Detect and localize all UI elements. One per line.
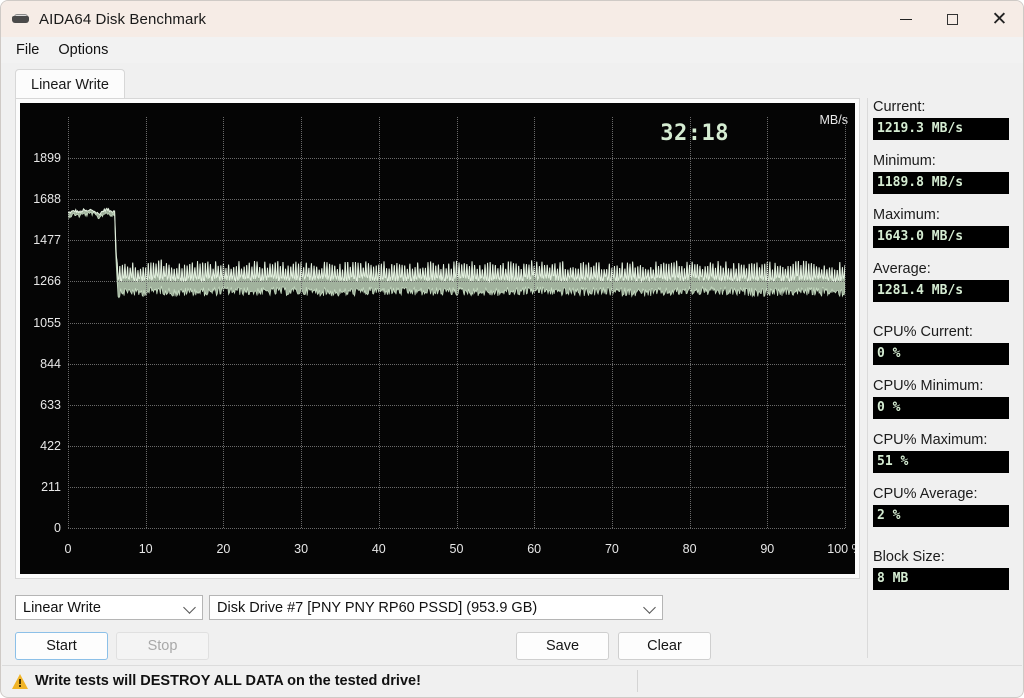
save-button[interactable]: Save	[516, 632, 609, 660]
stat-label: Current:	[873, 99, 926, 115]
stat-block: Block Size: 8 MB	[873, 549, 1013, 590]
stat-block: CPU% Minimum: 0 %	[873, 378, 1013, 419]
x-axis-labels: 0 10 20 30 40 50 60 70 80 90 100 %	[64, 542, 855, 560]
stat-label: Minimum:	[873, 153, 936, 169]
stat-label: Block Size:	[873, 549, 945, 565]
y-axis-tick-label: 1266	[33, 274, 61, 289]
warning-triangle-icon	[12, 673, 29, 689]
stat-label: CPU% Current:	[873, 324, 973, 340]
stat-value: 1643.0 MB/s	[873, 226, 1009, 248]
stop-button: Stop	[116, 632, 209, 660]
clear-label: Clear	[647, 638, 682, 654]
x-axis-tick-label: 30	[294, 542, 309, 556]
stat-block: CPU% Current: 0 %	[873, 324, 1013, 365]
x-axis-tick-label: 90	[760, 542, 775, 556]
stat-label: Maximum:	[873, 207, 940, 223]
y-axis-tick-label: 1477	[33, 233, 61, 248]
test-type-select[interactable]: Linear Write	[15, 595, 203, 620]
elapsed-timer: 32:18	[660, 121, 729, 146]
y-axis-tick-label: 0	[54, 521, 61, 535]
y-axis-tick-label: 1055	[33, 315, 61, 330]
stat-block: CPU% Maximum: 51 %	[873, 432, 1013, 473]
status-bar: Write tests will DESTROY ALL DATA on the…	[2, 665, 1022, 696]
y-axis-tick-label: 633	[40, 397, 61, 412]
clear-button[interactable]: Clear	[618, 632, 711, 660]
panel-divider	[867, 98, 868, 658]
x-axis-tick-label: 70	[604, 542, 619, 556]
y-axis-tick-label: 1688	[33, 192, 61, 207]
drive-select[interactable]: Disk Drive #7 [PNY PNY RP60 PSSD] (953.9…	[209, 595, 663, 620]
maximize-button[interactable]	[929, 1, 976, 37]
x-axis-tick-label: 40	[371, 542, 386, 556]
stat-label: CPU% Average:	[873, 486, 978, 502]
benchmark-chart-panel: MB/s 1899 1688 1477 1266 1055 844 633 422 211 0 0…	[15, 98, 860, 579]
chevron-down-icon	[183, 600, 196, 614]
disk-drive-icon	[11, 11, 31, 27]
chevron-down-icon	[643, 600, 656, 614]
start-button[interactable]: Start	[15, 632, 108, 660]
y-axis-tick-label: 844	[40, 356, 61, 371]
status-bar-separator	[637, 670, 638, 692]
stat-label: CPU% Maximum:	[873, 432, 988, 448]
stat-block: Average: 1281.4 MB/s	[873, 261, 1013, 302]
tab-label: Linear Write	[31, 77, 109, 93]
plot-area	[68, 117, 846, 529]
close-icon: ✕	[991, 7, 1008, 30]
aida64-disk-benchmark-window: AIDA64 Disk Benchmark ✕ File Options Lin…	[0, 0, 1024, 698]
tab-strip: Linear Write	[1, 63, 1023, 100]
y-axis-tick-label: 1899	[33, 151, 61, 166]
test-type-value: Linear Write	[23, 599, 101, 616]
throughput-trace	[68, 117, 845, 528]
warning-message: Write tests will DESTROY ALL DATA on the…	[35, 673, 421, 689]
x-axis-tick-label: 60	[527, 542, 542, 556]
y-axis-tick-label: 422	[40, 438, 61, 453]
menu-item-file[interactable]: File	[7, 39, 49, 62]
x-axis-tick-label: 10	[138, 542, 153, 556]
title-bar: AIDA64 Disk Benchmark ✕	[1, 1, 1023, 37]
stat-value: 0 %	[873, 343, 1009, 365]
statistics-panel: Current: 1219.3 MB/s Minimum: 1189.8 MB/s Ma…	[873, 99, 1013, 603]
x-axis-tick-label: 0	[64, 542, 72, 556]
window-controls: ✕	[882, 1, 1023, 37]
drive-value: Disk Drive #7 [PNY PNY RP60 PSSD] (953.9…	[217, 599, 538, 616]
start-label: Start	[46, 638, 77, 654]
stat-value: 1189.8 MB/s	[873, 172, 1009, 194]
save-label: Save	[545, 638, 580, 654]
stat-block: Current: 1219.3 MB/s	[873, 99, 1013, 140]
grid-line-horizontal	[68, 528, 845, 529]
menu-bar: File Options	[1, 37, 1023, 63]
stat-value: 8 MB	[873, 568, 1009, 590]
x-axis-tick-label: 100 %	[827, 542, 855, 556]
stat-value: 1281.4 MB/s	[873, 280, 1009, 302]
menu-item-options[interactable]: Options	[49, 39, 118, 62]
x-axis-tick-label: 80	[682, 542, 697, 556]
stat-value: 1219.3 MB/s	[873, 118, 1009, 140]
x-axis-tick-label: 50	[449, 542, 464, 556]
x-axis-tick-label: 20	[216, 542, 231, 556]
window-title: AIDA64 Disk Benchmark	[39, 10, 207, 28]
minimize-button[interactable]	[882, 1, 929, 37]
stat-label: CPU% Minimum:	[873, 378, 984, 394]
y-axis-tick-label: 211	[41, 479, 61, 494]
y-axis-labels: 1899 1688 1477 1266 1055 844 633 422 211 0	[20, 103, 68, 574]
stat-block: Maximum: 1643.0 MB/s	[873, 207, 1013, 248]
stat-value: 0 %	[873, 397, 1009, 419]
maximize-icon	[947, 13, 958, 25]
minimize-icon	[899, 18, 912, 20]
stat-value: 2 %	[873, 505, 1009, 527]
benchmark-chart: MB/s 1899 1688 1477 1266 1055 844 633 422 211 0 0…	[20, 103, 855, 574]
grid-line-vertical	[845, 117, 846, 528]
stop-label: Stop	[147, 638, 178, 654]
stat-label: Average:	[873, 261, 931, 277]
stat-value: 51 %	[873, 451, 1009, 473]
trace-band	[68, 208, 845, 297]
stat-block: CPU% Average: 2 %	[873, 486, 1013, 527]
close-button[interactable]: ✕	[976, 1, 1023, 37]
tab-linear-write[interactable]: Linear Write	[15, 69, 125, 100]
stat-block: Minimum: 1189.8 MB/s	[873, 153, 1013, 194]
